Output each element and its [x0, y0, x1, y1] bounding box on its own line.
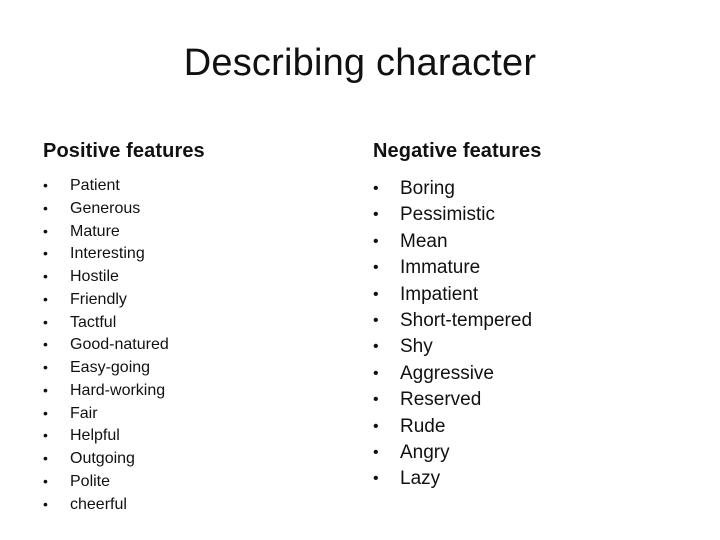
list-item: • Angry: [373, 441, 541, 467]
list-item-label: Pessimistic: [400, 204, 496, 226]
list-item: • Interesting: [43, 244, 205, 267]
list-item-label: Outgoing: [70, 450, 135, 467]
bullet-icon: •: [373, 391, 379, 409]
list-item-label: Short-tempered: [400, 309, 533, 331]
page-title: Describing character: [183, 42, 537, 84]
list-item: • Hostile: [43, 267, 205, 290]
bullet-icon: •: [373, 417, 379, 435]
bullet-icon: •: [43, 404, 48, 421]
negative-features-list: • Boring • Pessimistic • Mean • Immature • Impati…: [373, 177, 541, 494]
bullet-icon: •: [43, 313, 48, 330]
bullet-icon: •: [43, 381, 48, 398]
list-item: • Immature: [373, 256, 541, 282]
bullet-icon: •: [43, 495, 48, 512]
list-item-label: Reserved: [400, 389, 482, 411]
list-item: • Rude: [373, 415, 541, 441]
list-item-label: Helpful: [70, 427, 120, 445]
list-item-label: Generous: [70, 199, 141, 217]
positive-features-list: • Patient • Generous • Mature • Interesting • Hos…: [43, 176, 205, 517]
bullet-icon: •: [43, 472, 48, 489]
list-item-label: Boring: [400, 178, 455, 199]
bullet-icon: •: [43, 427, 48, 444]
list-item-label: Impatient: [400, 283, 479, 305]
list-item-label: Fair: [70, 404, 98, 422]
bullet-icon: •: [373, 285, 379, 303]
list-item: • Tactful: [43, 313, 205, 336]
list-item: • Good-natured: [43, 335, 205, 358]
list-item-label: Easy-going: [70, 359, 151, 376]
bullet-icon: •: [373, 206, 379, 224]
bullet-icon: •: [373, 259, 379, 277]
list-item: • Lazy: [373, 467, 541, 493]
list-item: • Outgoing: [43, 449, 205, 472]
bullet-icon: •: [43, 222, 48, 239]
bullet-icon: •: [43, 199, 48, 216]
bullet-icon: •: [43, 450, 48, 466]
bullet-icon: •: [43, 245, 48, 262]
list-item-label: Angry: [400, 441, 450, 463]
list-item: • Easy-going: [43, 358, 205, 381]
bullet-icon: •: [43, 359, 48, 375]
positive-features-column: Positive features • Patient • Generous • Matu…: [43, 140, 205, 517]
list-item-label: Friendly: [70, 290, 127, 308]
list-item: • Short-tempered: [373, 309, 541, 335]
list-item-label: Rude: [400, 415, 446, 437]
list-item-label: Patient: [70, 177, 120, 194]
bullet-icon: •: [373, 311, 379, 329]
list-item: • Hard-working: [43, 381, 205, 404]
list-item-label: Hostile: [70, 268, 119, 285]
negative-features-heading: Negative features: [373, 140, 542, 162]
list-item: • Reserved: [373, 388, 541, 414]
list-item: • Mean: [373, 230, 541, 256]
bullet-icon: •: [373, 364, 379, 382]
list-item: • Generous: [43, 199, 205, 222]
list-item-label: Tactful: [70, 313, 117, 331]
list-item: • Friendly: [43, 290, 205, 313]
list-item-label: Interesting: [70, 245, 145, 263]
list-item: • Aggressive: [373, 362, 541, 388]
list-item: • Helpful: [43, 426, 205, 449]
bullet-icon: •: [373, 338, 379, 356]
list-item-label: Good-natured: [70, 336, 169, 354]
list-item-label: Polite: [70, 472, 111, 490]
list-item: • Mature: [43, 222, 205, 245]
list-item: • Boring: [373, 177, 541, 203]
list-item: • Shy: [373, 335, 541, 361]
list-item: • cheerful: [43, 495, 205, 518]
list-item-label: Lazy: [400, 468, 441, 490]
list-item: • Patient: [43, 176, 205, 199]
list-item-label: cheerful: [70, 495, 127, 513]
list-item: • Polite: [43, 472, 205, 495]
bullet-icon: •: [373, 180, 379, 197]
list-item-label: Hard-working: [70, 381, 166, 399]
bullet-icon: •: [373, 443, 379, 461]
bullet-icon: •: [373, 470, 379, 488]
list-item: • Impatient: [373, 283, 541, 309]
bullet-icon: •: [43, 336, 48, 353]
negative-features-column: Negative features • Boring • Pessimistic • Me…: [373, 140, 541, 494]
bullet-icon: •: [43, 268, 48, 284]
bullet-icon: •: [373, 232, 379, 250]
positive-features-heading: Positive features: [43, 140, 205, 162]
list-item-label: Mean: [400, 230, 448, 252]
list-item-label: Shy: [400, 336, 433, 358]
bullet-icon: •: [43, 177, 48, 193]
list-item-label: Aggressive: [400, 362, 494, 384]
list-item: • Fair: [43, 404, 205, 427]
list-item: • Pessimistic: [373, 203, 541, 229]
list-item-label: Mature: [70, 222, 120, 240]
bullet-icon: •: [43, 290, 48, 307]
list-item-label: Immature: [400, 257, 481, 279]
